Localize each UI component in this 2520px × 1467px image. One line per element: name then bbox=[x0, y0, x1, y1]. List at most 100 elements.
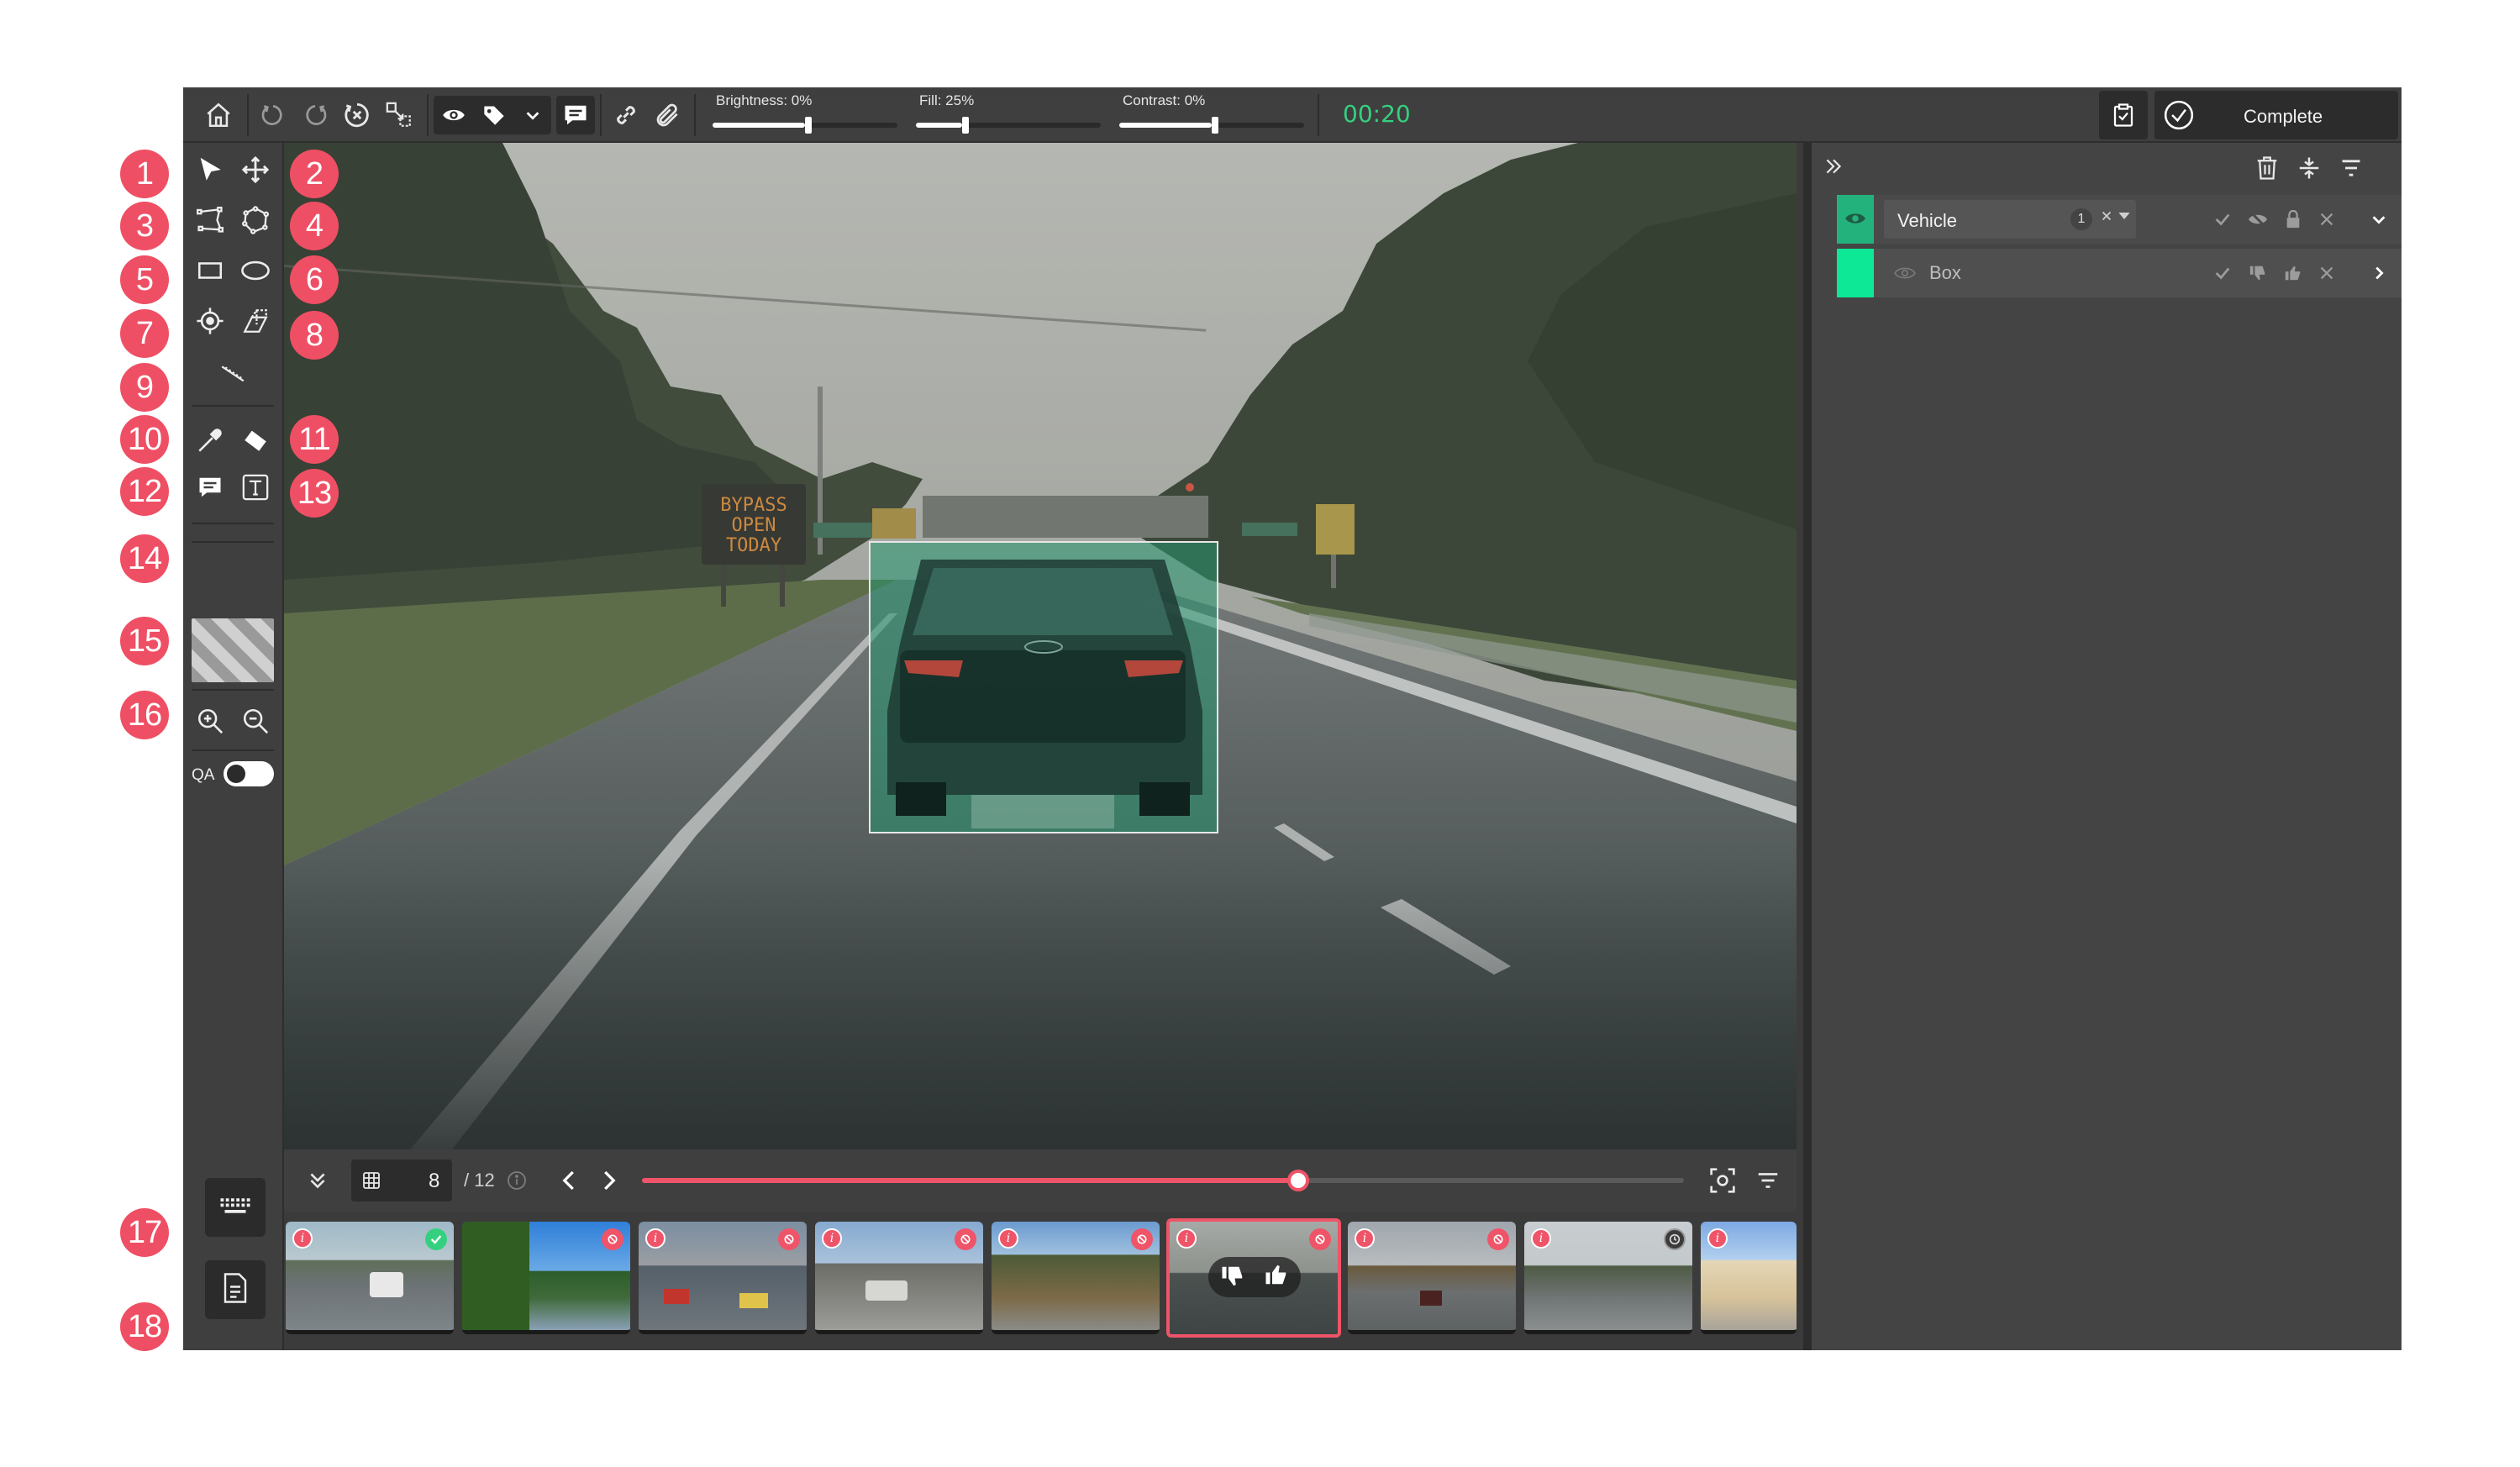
polyline-tool[interactable] bbox=[188, 198, 232, 242]
class-selector[interactable]: Vehicle 1 bbox=[1884, 200, 2136, 239]
reset-icon[interactable] bbox=[336, 87, 378, 143]
transform-icon[interactable] bbox=[378, 87, 420, 143]
polygon-tool[interactable] bbox=[234, 198, 277, 242]
filmstrip: i i i i i i i i bbox=[284, 1212, 1797, 1350]
thumbnail-1[interactable]: i bbox=[286, 1222, 454, 1334]
contrast-slider[interactable] bbox=[1119, 117, 1304, 134]
rectangle-tool[interactable] bbox=[188, 249, 232, 292]
hide-occluded-icon[interactable] bbox=[2247, 208, 2269, 230]
thumbnail-9[interactable]: i bbox=[1701, 1222, 1797, 1334]
clear-class-icon[interactable] bbox=[2099, 208, 2114, 228]
thumbnail-5[interactable]: i bbox=[992, 1222, 1160, 1334]
info-icon[interactable]: i bbox=[998, 1228, 1018, 1249]
focus-icon[interactable] bbox=[1704, 1153, 1741, 1208]
frame-progress-slider[interactable] bbox=[642, 1170, 1684, 1191]
thumbnail-7[interactable]: i bbox=[1348, 1222, 1516, 1334]
collapse-filmstrip-icon[interactable] bbox=[301, 1153, 334, 1208]
text-tool[interactable] bbox=[234, 465, 277, 509]
eyedropper-tool[interactable] bbox=[188, 418, 232, 462]
info-icon[interactable]: i bbox=[1355, 1228, 1375, 1249]
eye-icon[interactable] bbox=[1894, 264, 1916, 287]
clipboard-check-icon bbox=[2099, 87, 2148, 143]
point-tool[interactable] bbox=[188, 299, 232, 343]
instructions-button[interactable] bbox=[205, 1260, 266, 1319]
pending-clock-icon bbox=[1664, 1228, 1686, 1250]
fill-handle[interactable] bbox=[962, 117, 969, 134]
home-icon[interactable] bbox=[195, 87, 242, 143]
eye-icon[interactable] bbox=[1844, 209, 1866, 232]
rejected-icon bbox=[778, 1228, 800, 1250]
ellipse-tool[interactable] bbox=[234, 249, 277, 292]
chevron-down-icon[interactable] bbox=[516, 87, 550, 143]
link-icon[interactable] bbox=[605, 87, 647, 143]
info-icon[interactable]: i bbox=[645, 1228, 666, 1249]
fill-pattern-swatch[interactable] bbox=[192, 618, 274, 682]
fill-fill bbox=[916, 123, 962, 128]
undo-icon[interactable] bbox=[252, 87, 294, 143]
qa-toggle[interactable] bbox=[224, 761, 274, 786]
check-icon[interactable] bbox=[2212, 208, 2233, 230]
class-dropdown-icon[interactable] bbox=[2118, 210, 2131, 226]
zoom-out-icon[interactable] bbox=[234, 699, 277, 743]
redo-icon[interactable] bbox=[294, 87, 336, 143]
delete-object-icon[interactable] bbox=[2316, 262, 2338, 284]
comment-icon[interactable] bbox=[556, 87, 595, 143]
sort-icon[interactable] bbox=[2334, 150, 2368, 187]
check-icon[interactable] bbox=[2212, 262, 2233, 284]
thumbnail-4[interactable]: i bbox=[815, 1222, 983, 1334]
previous-frame-icon[interactable] bbox=[553, 1153, 587, 1208]
info-icon[interactable]: i bbox=[1531, 1228, 1551, 1249]
info-icon[interactable] bbox=[504, 1153, 529, 1208]
thumbs-down-icon[interactable] bbox=[2247, 262, 2269, 284]
contrast-label: Contrast: 0% bbox=[1123, 92, 1206, 108]
collapse-all-icon[interactable] bbox=[2292, 150, 2326, 187]
thumbs-up-icon[interactable] bbox=[2282, 262, 2304, 284]
thumbs-up-icon[interactable] bbox=[1264, 1262, 1289, 1291]
thumbnail-8[interactable]: i bbox=[1524, 1222, 1692, 1334]
info-icon[interactable]: i bbox=[292, 1228, 313, 1249]
info-icon[interactable]: i bbox=[822, 1228, 842, 1249]
select-tool[interactable] bbox=[188, 148, 232, 192]
callout-marker-17: 17 bbox=[120, 1208, 169, 1257]
pan-tool[interactable] bbox=[234, 148, 277, 192]
thumbnail-6-active[interactable]: i bbox=[1166, 1218, 1341, 1338]
bounding-box-vehicle[interactable] bbox=[869, 541, 1218, 833]
delete-class-icon[interactable] bbox=[2316, 208, 2338, 230]
callout-marker-18: 18 bbox=[120, 1302, 169, 1351]
tag-icon[interactable] bbox=[476, 87, 513, 143]
attachment-icon[interactable] bbox=[647, 87, 689, 143]
complete-button[interactable]: Complete bbox=[2154, 91, 2398, 139]
keyboard-shortcuts-button[interactable] bbox=[205, 1178, 266, 1237]
thumbnail-3[interactable]: i bbox=[639, 1222, 807, 1334]
thumbs-down-icon[interactable] bbox=[1220, 1264, 1245, 1293]
object-name: Box bbox=[1929, 262, 1961, 283]
brightness-handle[interactable] bbox=[805, 117, 812, 134]
callout-marker-7: 7 bbox=[120, 309, 169, 358]
annotation-app: Brightness: 0% Fill: 25% Contrast: 0% 00… bbox=[183, 87, 2402, 1350]
chevron-right-icon[interactable] bbox=[2368, 262, 2390, 284]
info-icon[interactable]: i bbox=[1707, 1228, 1728, 1249]
contrast-handle[interactable] bbox=[1212, 117, 1218, 134]
collapse-panel-icon[interactable] bbox=[1817, 150, 1850, 183]
callout-marker-12: 12 bbox=[120, 467, 169, 516]
eraser-tool[interactable] bbox=[234, 418, 277, 462]
info-icon[interactable]: i bbox=[1176, 1228, 1197, 1249]
zoom-in-icon[interactable] bbox=[188, 699, 232, 743]
cuboid-tool[interactable] bbox=[234, 299, 277, 343]
image-canvas[interactable]: BYPASS OPEN TODAY bbox=[284, 143, 1797, 1149]
comment-tool[interactable] bbox=[188, 465, 232, 509]
fill-slider[interactable] bbox=[916, 117, 1101, 134]
measure-tool[interactable] bbox=[211, 350, 255, 393]
class-color-swatch bbox=[1837, 195, 1874, 244]
next-frame-icon[interactable] bbox=[592, 1153, 625, 1208]
class-row-vehicle[interactable]: Vehicle 1 bbox=[1837, 195, 2402, 244]
object-row-box[interactable]: Box bbox=[1837, 249, 2402, 297]
thumbnail-2[interactable]: i bbox=[462, 1222, 630, 1334]
lock-icon[interactable] bbox=[2282, 208, 2304, 230]
brightness-slider[interactable] bbox=[713, 117, 897, 134]
frame-progress-handle[interactable] bbox=[1287, 1170, 1310, 1191]
eye-icon[interactable] bbox=[435, 87, 472, 143]
filter-icon[interactable] bbox=[1749, 1153, 1786, 1208]
trash-icon[interactable] bbox=[2250, 150, 2284, 187]
chevron-down-icon[interactable] bbox=[2368, 208, 2390, 230]
